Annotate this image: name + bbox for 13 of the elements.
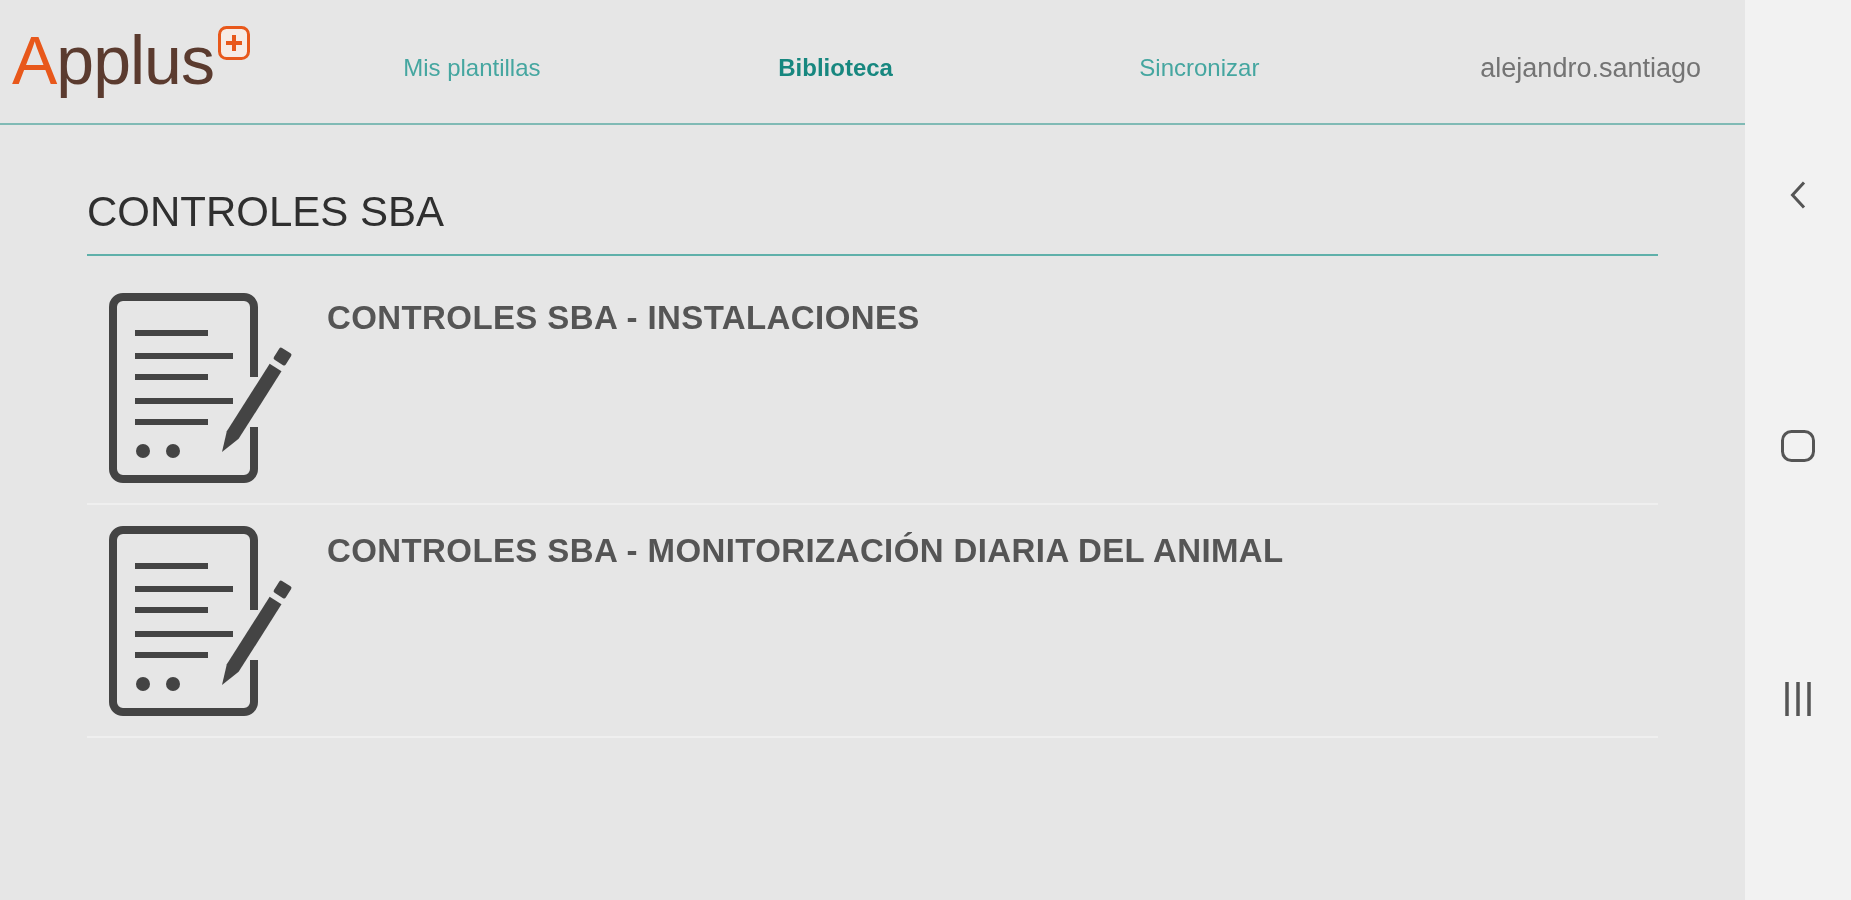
plus-icon xyxy=(217,26,250,60)
back-icon[interactable] xyxy=(1790,181,1806,209)
template-title: CONTROLES SBA - INSTALACIONES xyxy=(327,298,920,338)
home-icon[interactable] xyxy=(1781,429,1815,462)
recent-apps-icon[interactable] xyxy=(1784,682,1812,716)
section-title: CONTROLES SBA xyxy=(87,188,445,236)
template-list-item[interactable]: CONTROLES SBA - MONITORIZACIÓN DIARIA DEL ANIMAL xyxy=(87,505,1658,738)
nav-tab[interactable]: Sincronizar xyxy=(1139,54,1260,82)
template-list-item[interactable]: CONTROLES SBA - INSTALACIONES xyxy=(87,272,1658,505)
nav-tab[interactable]: Biblioteca xyxy=(778,54,893,82)
username-label[interactable]: alejandro.santiago xyxy=(1480,52,1701,84)
nav-tab[interactable]: Mis plantillas xyxy=(403,54,541,82)
template-title: CONTROLES SBA - MONITORIZACIÓN DIARIA DEL ANIMAL xyxy=(327,531,1284,571)
